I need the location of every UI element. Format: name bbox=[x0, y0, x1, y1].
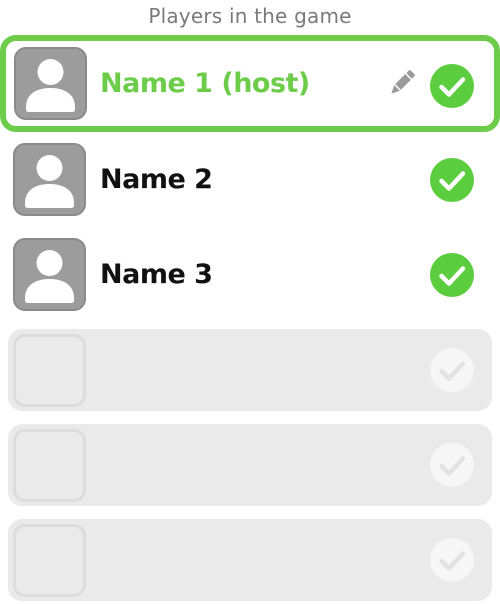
check-circle-icon bbox=[430, 348, 474, 392]
person-silhouette-icon bbox=[26, 59, 75, 112]
pencil-icon[interactable] bbox=[386, 67, 418, 99]
player-name: Name 2 bbox=[100, 164, 213, 195]
player-name: Name 1 (host) bbox=[100, 68, 310, 99]
empty-player-slot bbox=[8, 424, 492, 506]
avatar-placeholder bbox=[13, 429, 86, 502]
player-row[interactable]: Name 2 bbox=[8, 138, 492, 220]
person-silhouette-icon bbox=[25, 155, 74, 208]
player-row[interactable]: Name 3 bbox=[8, 233, 492, 315]
person-silhouette-icon bbox=[25, 250, 74, 303]
player-row-host[interactable]: Name 1 (host) bbox=[0, 35, 500, 132]
avatar bbox=[14, 47, 87, 120]
check-circle-icon bbox=[430, 158, 474, 202]
empty-player-slot bbox=[8, 329, 492, 411]
avatar-placeholder bbox=[13, 524, 86, 597]
avatar-placeholder bbox=[13, 334, 86, 407]
empty-player-slot bbox=[8, 519, 492, 601]
check-circle-icon bbox=[430, 64, 474, 108]
avatar bbox=[13, 143, 86, 216]
check-circle-icon bbox=[430, 443, 474, 487]
check-circle-icon bbox=[430, 538, 474, 582]
players-list-title: Players in the game bbox=[148, 4, 352, 28]
avatar bbox=[13, 238, 86, 311]
check-circle-icon bbox=[430, 253, 474, 297]
player-name: Name 3 bbox=[100, 259, 213, 290]
